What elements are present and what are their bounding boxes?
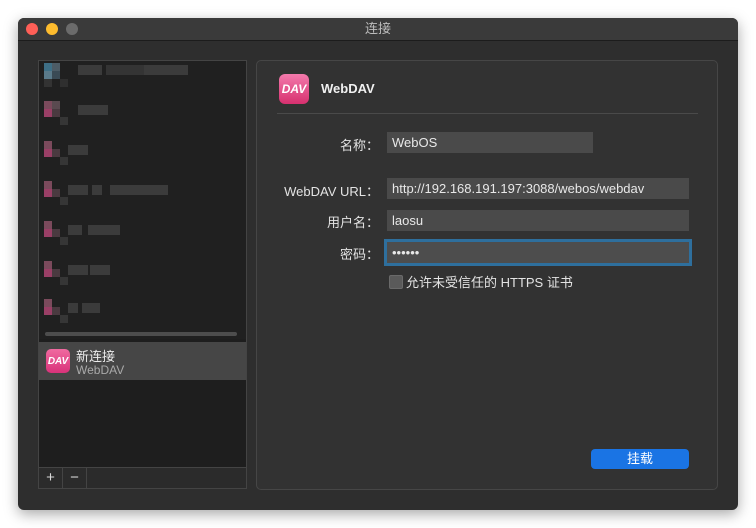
- horizontal-scrollbar[interactable]: [45, 332, 237, 336]
- connection-type: WebDAV: [76, 363, 125, 377]
- mount-button[interactable]: 挂载: [591, 449, 689, 469]
- panel-title: WebDAV: [321, 81, 375, 96]
- connect-window: 连接 DAV 新连接 WebDAV + − DAV WebDAV 名称： Web…: [18, 18, 738, 510]
- password-label: 密码：: [339, 247, 379, 262]
- username-label: 用户名：: [326, 215, 379, 230]
- titlebar: 连接: [18, 18, 738, 41]
- allow-untrusted-https-label[interactable]: 允许未受信任的 HTTPS 证书: [406, 272, 573, 291]
- dav-icon: DAV: [46, 349, 70, 373]
- divider: [277, 113, 698, 114]
- obscured-connection-list: [39, 61, 246, 339]
- obscured-item[interactable]: [44, 299, 234, 333]
- obscured-item[interactable]: [44, 261, 234, 295]
- obscured-item[interactable]: [44, 141, 234, 175]
- connection-sidebar: DAV 新连接 WebDAV + −: [38, 60, 247, 489]
- connection-detail-panel: DAV WebDAV 名称： WebDAV URL： 用户名： 密码： 允许未受…: [256, 60, 718, 490]
- name-label: 名称：: [339, 138, 379, 153]
- username-field[interactable]: [387, 210, 689, 231]
- obscured-item[interactable]: [44, 221, 234, 255]
- sidebar-footer: + −: [39, 467, 246, 488]
- password-field[interactable]: [384, 239, 692, 266]
- obscured-item[interactable]: [44, 101, 234, 135]
- dav-icon: DAV: [279, 74, 309, 104]
- add-connection-button[interactable]: +: [39, 468, 63, 488]
- obscured-item[interactable]: [44, 63, 234, 97]
- window-title: 连接: [364, 21, 391, 36]
- name-field[interactable]: [387, 132, 593, 153]
- allow-untrusted-https-checkbox[interactable]: [389, 275, 403, 289]
- obscured-item[interactable]: [44, 181, 234, 215]
- connection-item-new[interactable]: DAV 新连接 WebDAV: [39, 342, 246, 380]
- url-field[interactable]: [387, 178, 689, 199]
- remove-connection-button[interactable]: −: [63, 468, 87, 488]
- url-label: WebDAV URL：: [284, 184, 379, 199]
